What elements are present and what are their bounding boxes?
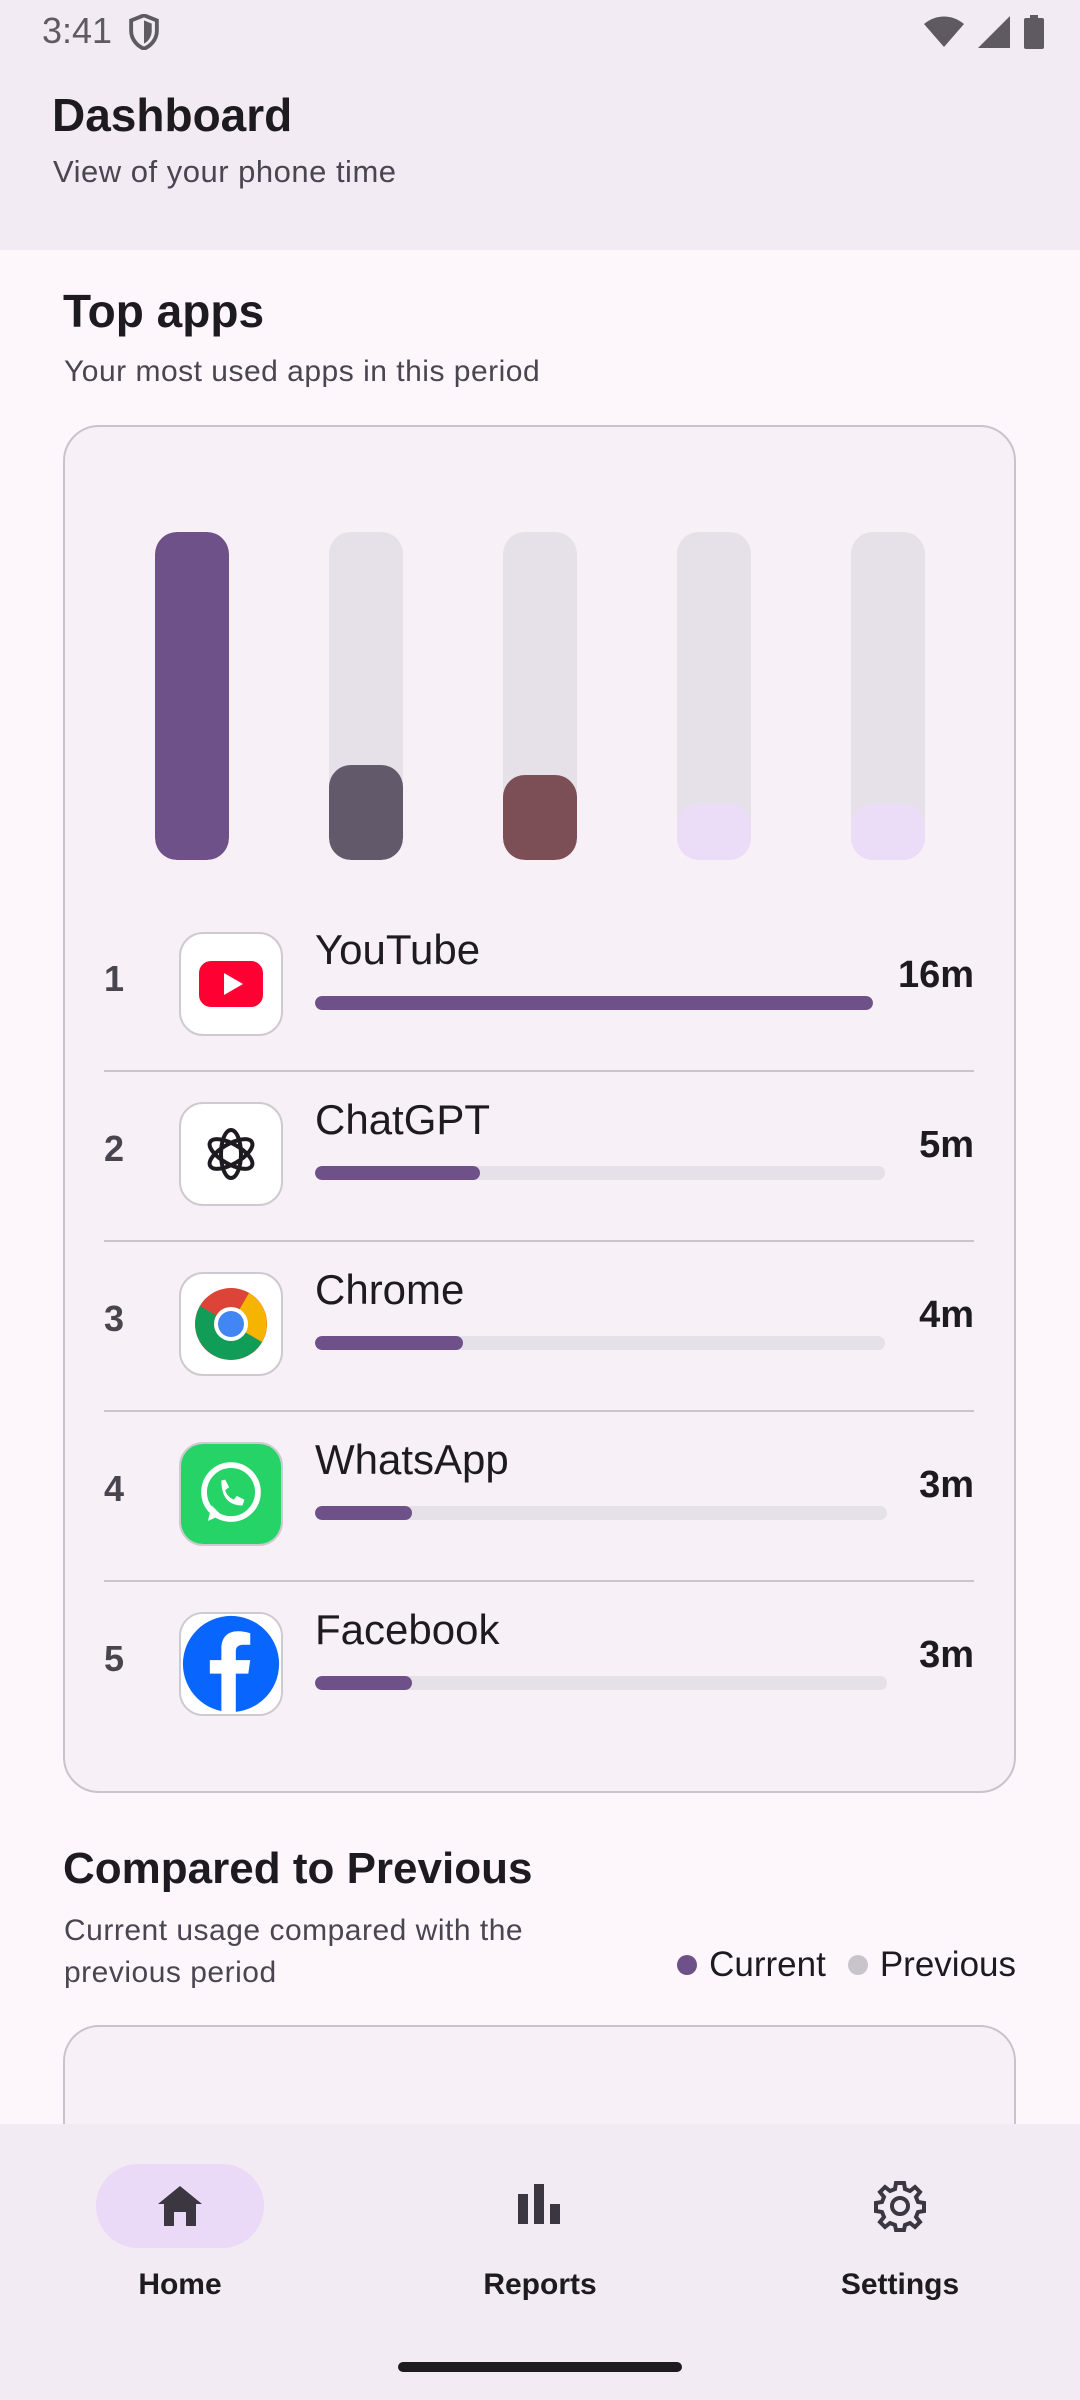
bar-track-4	[677, 532, 751, 860]
compare-title: Compared to Previous	[63, 1844, 533, 1893]
bar-fill-1	[155, 532, 229, 860]
nav-reports[interactable]: Reports	[410, 2164, 670, 2334]
compare-subtitle-line2: previous period	[64, 1956, 277, 1989]
usage-progress-fill	[315, 1506, 412, 1520]
legend-current-dot	[677, 1955, 698, 1975]
chatgpt-icon	[179, 1102, 283, 1206]
nav-home-indicator[interactable]	[96, 2164, 264, 2248]
usage-progress-track	[315, 1166, 885, 1180]
youtube-icon	[179, 932, 283, 1036]
whatsapp-icon	[179, 1442, 283, 1546]
app-name: WhatsApp	[315, 1436, 509, 1483]
usage-progress-track	[315, 1676, 887, 1690]
legend-current-label: Current	[709, 1945, 826, 1984]
gear-icon	[874, 2181, 926, 2232]
app-usage-time: 3m	[919, 1464, 974, 1506]
app-name: Chrome	[315, 1266, 465, 1313]
facebook-icon	[179, 1612, 283, 1716]
bottom-navigation: Home Reports Settings	[0, 2124, 1080, 2400]
battery-icon	[1024, 15, 1044, 49]
app-usage-time: 4m	[919, 1294, 974, 1336]
app-rank: 3	[104, 1298, 125, 1339]
bar-fill-4	[677, 804, 751, 860]
nav-settings-label[interactable]: Settings	[770, 2268, 1030, 2302]
usage-progress-fill	[315, 1336, 463, 1350]
usage-progress-fill	[315, 1166, 480, 1180]
home-icon	[158, 2186, 202, 2226]
compare-legend: Current Previous	[677, 1945, 1016, 1985]
usage-progress-track	[315, 1336, 885, 1350]
nav-reports-indicator[interactable]	[456, 2164, 624, 2248]
status-time: 3:41	[42, 10, 113, 51]
app-row-chatgpt[interactable]: 2 ChatGPT 5m	[104, 1072, 974, 1242]
nav-reports-label[interactable]: Reports	[410, 2268, 670, 2302]
signal-icon	[978, 16, 1010, 48]
usage-progress-fill	[315, 996, 873, 1010]
bar-track-2	[329, 532, 403, 860]
wifi-icon	[924, 16, 964, 47]
app-header: Dashboard View of your phone time	[0, 62, 1080, 250]
chrome-icon	[179, 1272, 283, 1376]
nav-home[interactable]: Home	[50, 2164, 310, 2334]
bar-fill-5	[851, 804, 925, 860]
app-name: ChatGPT	[315, 1096, 491, 1143]
app-rank: 1	[104, 958, 125, 999]
bar-chart-icon	[518, 2184, 560, 2224]
app-usage-time: 5m	[919, 1124, 974, 1166]
status-bar: 3:41	[0, 0, 1080, 62]
shield-icon	[129, 14, 159, 50]
app-name: YouTube	[315, 926, 481, 973]
legend-previous-label: Previous	[879, 1945, 1016, 1984]
top-apps-subtitle: Your most used apps in this period	[64, 355, 541, 388]
nav-settings[interactable]: Settings	[770, 2164, 1030, 2334]
page-title: Dashboard	[52, 89, 293, 141]
app-name: Facebook	[315, 1606, 500, 1653]
app-rank: 2	[104, 1128, 125, 1169]
app-usage-time: 16m	[897, 954, 974, 996]
compare-subtitle-line1: Current usage compared with the	[64, 1914, 524, 1947]
app-row-facebook[interactable]: 5 Facebook 3m	[104, 1582, 974, 1752]
bar-track-1	[155, 532, 229, 860]
app-rank: 4	[104, 1468, 125, 1509]
usage-progress-track	[315, 1506, 887, 1520]
usage-progress-track	[315, 996, 873, 1010]
app-usage-time: 3m	[919, 1634, 974, 1676]
page-subtitle: View of your phone time	[53, 154, 397, 189]
app-row-chrome[interactable]: 3 Chrome 4m	[104, 1242, 974, 1412]
app-row-youtube[interactable]: 1 YouTube 16m	[104, 902, 974, 1072]
status-icons	[924, 14, 1044, 50]
bar-fill-2	[329, 765, 403, 860]
app-rank: 5	[104, 1638, 125, 1679]
legend-previous-dot	[847, 1955, 868, 1975]
bar-track-3	[503, 532, 577, 860]
bar-fill-3	[503, 775, 577, 860]
bar-track-5	[851, 532, 925, 860]
app-row-whatsapp[interactable]: 4 WhatsApp 3m	[104, 1412, 974, 1582]
top-apps-title: Top apps	[63, 285, 265, 337]
nav-home-label[interactable]: Home	[50, 2268, 310, 2302]
gesture-home-indicator[interactable]	[398, 2362, 682, 2372]
usage-progress-fill	[315, 1676, 412, 1690]
nav-settings-indicator[interactable]	[816, 2164, 984, 2248]
